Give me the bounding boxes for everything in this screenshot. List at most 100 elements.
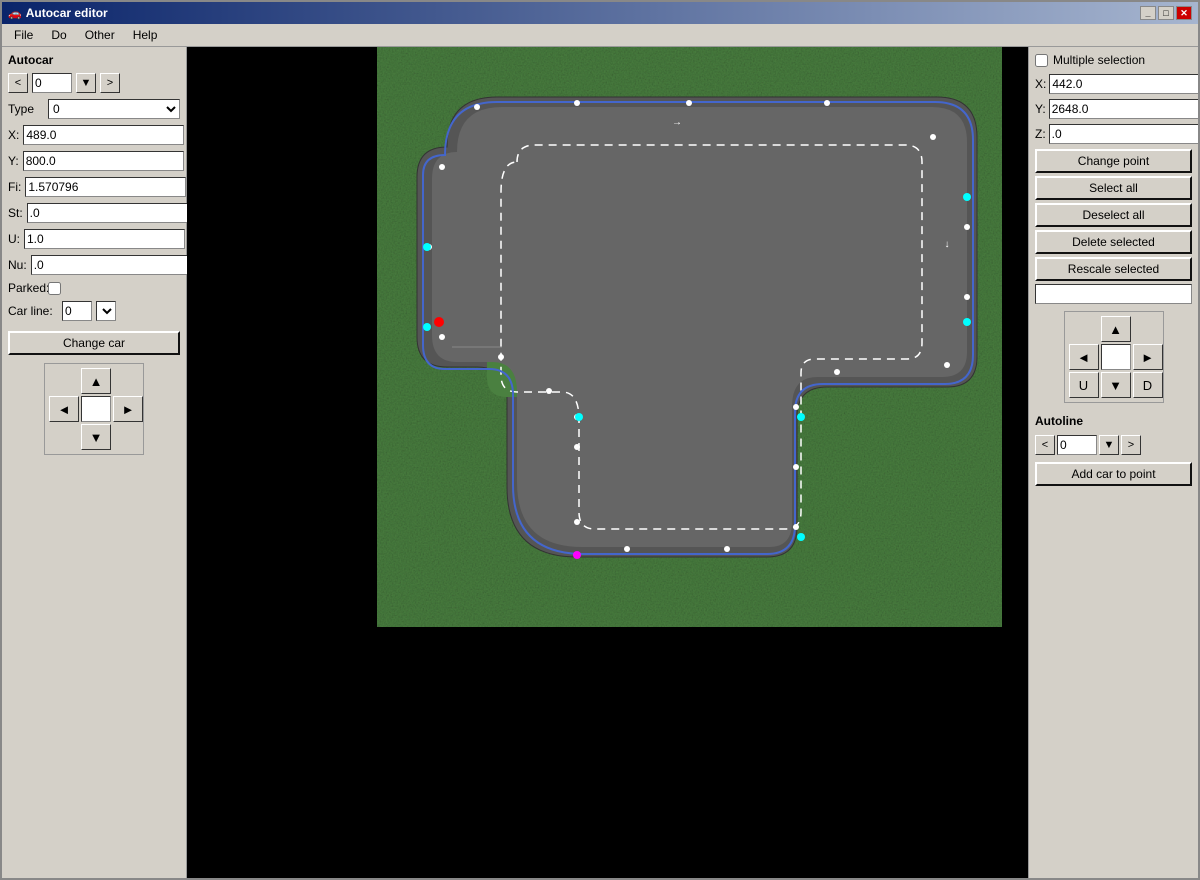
autoline-row: < ▼ >	[1035, 435, 1192, 455]
multiple-selection-row: Multiple selection	[1035, 53, 1192, 67]
close-button[interactable]: ✕	[1176, 6, 1192, 20]
st-input[interactable]	[27, 203, 188, 223]
x-label: X:	[8, 128, 19, 142]
rescale-input[interactable]	[1035, 284, 1192, 304]
svg-text:↓: ↓	[945, 239, 950, 250]
change-point-button[interactable]: Change point	[1035, 149, 1192, 173]
fi-input[interactable]	[25, 177, 186, 197]
type-row: Type 0	[8, 99, 180, 119]
carline-select[interactable]: ▼	[96, 301, 116, 321]
delete-selected-button[interactable]: Delete selected	[1035, 230, 1192, 254]
rpad-down-button[interactable]: ▼	[1101, 372, 1131, 398]
minimize-button[interactable]: _	[1140, 6, 1156, 20]
main-window: 🚗 Autocar editor _ □ ✕ File Do Other Hel…	[0, 0, 1200, 880]
center-area: → ↓	[187, 47, 1028, 878]
pad-empty-tl	[49, 368, 79, 394]
menu-other[interactable]: Other	[77, 26, 123, 44]
svg-text:→: →	[672, 117, 682, 128]
st-label: St:	[8, 206, 23, 220]
right-panel: Multiple selection X: Y: Z: Change point…	[1028, 47, 1198, 878]
right-z-label: Z:	[1035, 127, 1046, 141]
rpad-d-button[interactable]: D	[1133, 372, 1163, 398]
select-all-button[interactable]: Select all	[1035, 176, 1192, 200]
change-car-button[interactable]: Change car	[8, 331, 180, 355]
right-y-row: Y:	[1035, 99, 1192, 119]
autoline-prev-button[interactable]: <	[1035, 435, 1055, 455]
deselect-all-button[interactable]: Deselect all	[1035, 203, 1192, 227]
u-input[interactable]	[24, 229, 185, 249]
parked-checkbox[interactable]	[48, 282, 61, 295]
right-z-input[interactable]	[1049, 124, 1198, 144]
title-bar-left: 🚗 Autocar editor	[8, 6, 108, 20]
y-row: Y:	[8, 151, 180, 171]
u-row: U:	[8, 229, 180, 249]
multiple-selection-label: Multiple selection	[1053, 53, 1145, 67]
main-content: Autocar < ▼ > Type 0 X: Y	[2, 47, 1198, 878]
rpad-empty-tl	[1069, 316, 1099, 342]
parked-row: Parked:	[8, 281, 180, 295]
y-input[interactable]	[23, 151, 184, 171]
title-bar: 🚗 Autocar editor _ □ ✕	[2, 2, 1198, 24]
autocar-dropdown-button[interactable]: ▼	[76, 73, 96, 93]
nu-input[interactable]	[31, 255, 192, 275]
right-x-label: X:	[1035, 77, 1046, 91]
autocar-section-label: Autocar	[8, 53, 180, 67]
autocar-prev-button[interactable]: <	[8, 73, 28, 93]
carline-input[interactable]	[62, 301, 92, 321]
type-select[interactable]: 0	[48, 99, 180, 119]
right-dir-pad: ▲ ◄ ► U ▼ D	[1064, 311, 1164, 403]
autoline-next-button[interactable]: >	[1121, 435, 1141, 455]
multiple-selection-checkbox[interactable]	[1035, 54, 1048, 67]
title-bar-buttons: _ □ ✕	[1140, 6, 1192, 20]
autocar-nav-row: < ▼ >	[8, 73, 180, 93]
rpad-u-button[interactable]: U	[1069, 372, 1099, 398]
u-label: U:	[8, 232, 20, 246]
right-y-label: Y:	[1035, 102, 1046, 116]
black-bottom-strip	[377, 627, 1002, 878]
menu-help[interactable]: Help	[125, 26, 166, 44]
right-x-row: X:	[1035, 74, 1192, 94]
autocar-next-button[interactable]: >	[100, 73, 120, 93]
type-label: Type	[8, 102, 44, 116]
maximize-button[interactable]: □	[1158, 6, 1174, 20]
st-row: St:	[8, 203, 180, 223]
window-title: Autocar editor	[26, 6, 108, 20]
left-panel: Autocar < ▼ > Type 0 X: Y	[2, 47, 187, 878]
autoline-label: Autoline	[1035, 414, 1192, 428]
pad-down-button[interactable]: ▼	[81, 424, 111, 450]
pad-empty-br	[113, 424, 143, 450]
x-row: X:	[8, 125, 180, 145]
pad-empty-tr	[113, 368, 143, 394]
pad-empty-bl	[49, 424, 79, 450]
fi-row: Fi:	[8, 177, 180, 197]
rpad-empty-tr	[1133, 316, 1163, 342]
app-icon: 🚗	[8, 7, 22, 20]
x-input[interactable]	[23, 125, 184, 145]
rpad-right-button[interactable]: ►	[1133, 344, 1163, 370]
nu-row: Nu:	[8, 255, 180, 275]
pad-up-button[interactable]: ▲	[81, 368, 111, 394]
autocar-value-input[interactable]	[32, 73, 72, 93]
menu-do[interactable]: Do	[43, 26, 74, 44]
right-z-row: Z:	[1035, 124, 1192, 144]
menu-file[interactable]: File	[6, 26, 41, 44]
pad-right-button[interactable]: ►	[113, 396, 143, 422]
nu-label: Nu:	[8, 258, 27, 272]
autoline-value-input[interactable]	[1057, 435, 1097, 455]
fi-label: Fi:	[8, 180, 21, 194]
right-x-input[interactable]	[1049, 74, 1198, 94]
rpad-left-button[interactable]: ◄	[1069, 344, 1099, 370]
rescale-selected-button[interactable]: Rescale selected	[1035, 257, 1192, 281]
rpad-center	[1101, 344, 1131, 370]
track-canvas[interactable]: → ↓	[377, 47, 1002, 627]
autoline-dropdown-button[interactable]: ▼	[1099, 435, 1119, 455]
add-car-to-point-button[interactable]: Add car to point	[1035, 462, 1192, 486]
pad-left-button[interactable]: ◄	[49, 396, 79, 422]
menu-bar: File Do Other Help	[2, 24, 1198, 47]
track-svg: → ↓	[377, 47, 1002, 627]
black-left-strip	[187, 47, 377, 878]
left-dir-pad: ▲ ◄ ► ▼	[44, 363, 144, 455]
y-label: Y:	[8, 154, 19, 168]
rpad-up-button[interactable]: ▲	[1101, 316, 1131, 342]
right-y-input[interactable]	[1049, 99, 1198, 119]
